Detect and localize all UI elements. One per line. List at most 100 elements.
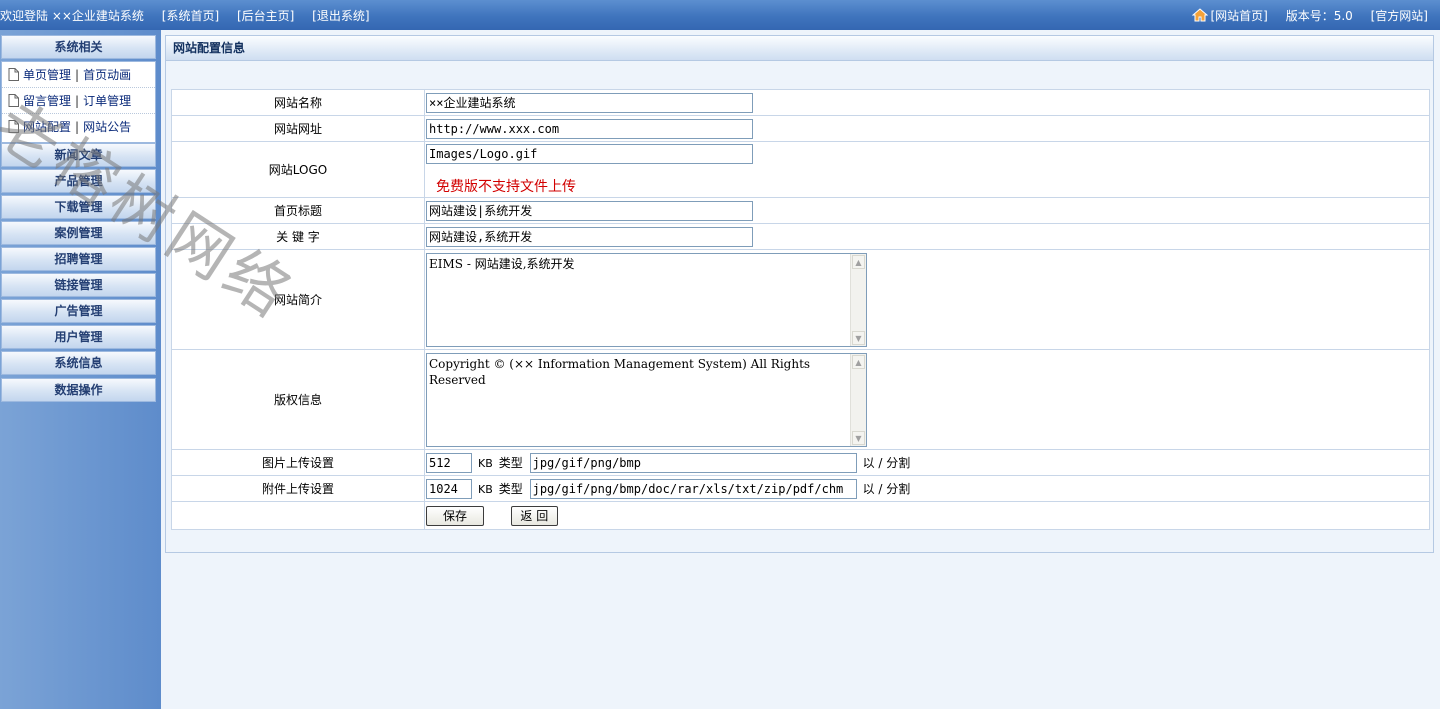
site-name-input[interactable] <box>426 92 753 113</box>
kb-unit: KB <box>478 456 493 470</box>
form-cell: 免费版不支持文件上传 <box>424 141 1430 198</box>
form-row: 图片上传设置 KB 类型 以 / 分割 <box>171 449 1430 476</box>
top-bar-right: [网站首页] 版本号：5.0 [官方网站] <box>1191 7 1428 24</box>
form-row: 附件上传设置 KB 类型 以 / 分割 <box>171 475 1430 502</box>
scroll-down-icon[interactable]: ▼ <box>852 330 865 345</box>
label-site-name: 网站名称 <box>171 89 425 116</box>
label-copyright: 版权信息 <box>171 349 425 450</box>
divider: | <box>75 94 80 108</box>
welcome-text: 欢迎登陆 ××企业建站系统 <box>0 9 144 23</box>
sub-row: 网站配置 | 网站公告 <box>2 114 155 140</box>
intro-text: EIMS - 网站建设,系统开发 <box>429 256 575 271</box>
label-home-title: 首页标题 <box>171 197 425 224</box>
divider: | <box>75 120 80 134</box>
sidebar-item-site-config[interactable]: 网站配置 <box>23 120 71 134</box>
copyright-scrollbar[interactable]: ▲ ▼ <box>850 353 866 446</box>
site-home-link[interactable]: [网站首页] <box>1211 9 1268 23</box>
no-upload-text: 免费版不支持文件上传 <box>436 179 576 195</box>
home-title-input[interactable] <box>426 200 753 221</box>
scroll-up-icon[interactable]: ▲ <box>852 354 865 369</box>
logout-link[interactable]: [退出系统] <box>312 9 369 23</box>
sub-row: 单页管理 | 首页动画 <box>2 62 155 88</box>
form-row: 首页标题 <box>171 197 1430 224</box>
form-cell: Copyright © (×× Information Management S… <box>424 349 1430 450</box>
label-intro: 网站简介 <box>171 249 425 350</box>
sidebar-submenu: 单页管理 | 首页动画 留言管理 | 订单管理 网站配置 | 网站公告 <box>1 61 156 143</box>
button-cell: 保存 返 回 <box>424 501 1430 530</box>
sidebar-head-downloads[interactable]: 下载管理 <box>1 195 156 219</box>
sidebar-item-single-page[interactable]: 单页管理 <box>23 68 71 82</box>
form-row: 网站名称 <box>171 89 1430 116</box>
sidebar-head-news[interactable]: 新闻文章 <box>1 143 156 167</box>
form-row: 关 键 字 <box>171 223 1430 250</box>
back-button[interactable]: 返 回 <box>510 505 558 526</box>
sidebar-item-site-notice[interactable]: 网站公告 <box>83 120 131 134</box>
save-button[interactable]: 保存 <box>426 505 484 526</box>
form-cell <box>424 223 1430 250</box>
form-row: 网站LOGO 免费版不支持文件上传 <box>171 141 1430 198</box>
main-panel: 网站配置信息 网站名称 网站网址 网站LOGO 免费版不支持文件上传 首页标题 <box>165 35 1434 553</box>
label-attach-upload: 附件上传设置 <box>171 475 425 502</box>
kb-unit: KB <box>478 482 493 496</box>
official-site-link[interactable]: [官方网站] <box>1371 9 1428 23</box>
form-row: 版权信息 Copyright © (×× Information Managem… <box>171 349 1430 450</box>
site-url-input[interactable] <box>426 118 753 139</box>
label-keywords: 关 键 字 <box>171 223 425 250</box>
sidebar-head-cases[interactable]: 案例管理 <box>1 221 156 245</box>
form-row: 网站网址 <box>171 115 1430 142</box>
sidebar-head-users[interactable]: 用户管理 <box>1 325 156 349</box>
upload-notice: 免费版不支持文件上传 <box>436 176 1429 195</box>
sidebar-head-products[interactable]: 产品管理 <box>1 169 156 193</box>
form-cell <box>424 115 1430 142</box>
sidebar-item-orders[interactable]: 订单管理 <box>83 94 131 108</box>
keywords-input[interactable] <box>426 226 753 247</box>
sidebar-head-system[interactable]: 系统相关 <box>1 35 156 59</box>
top-bar: 欢迎登陆 ××企业建站系统 [系统首页] [后台主页] [退出系统] [网站首页… <box>0 0 1440 30</box>
sidebar-item-messages[interactable]: 留言管理 <box>23 94 71 108</box>
home-icon <box>1191 8 1208 22</box>
separator-note: 以 / 分割 <box>862 455 911 470</box>
form-row: 保存 返 回 <box>171 501 1430 530</box>
sub-row: 留言管理 | 订单管理 <box>2 88 155 114</box>
intro-textarea[interactable]: EIMS - 网站建设,系统开发 ▲ ▼ <box>426 252 867 347</box>
document-icon <box>8 68 19 81</box>
sidebar-head-ads[interactable]: 广告管理 <box>1 299 156 323</box>
site-logo-input[interactable] <box>426 144 753 164</box>
copyright-text: Copyright © (×× Information Management S… <box>429 356 814 387</box>
sidebar-head-jobs[interactable]: 招聘管理 <box>1 247 156 271</box>
image-size-input[interactable] <box>426 452 472 473</box>
type-label: 类型 <box>498 481 523 496</box>
top-bar-left: 欢迎登陆 ××企业建站系统 [系统首页] [后台主页] [退出系统] <box>0 7 384 24</box>
admin-home-link[interactable]: [后台主页] <box>237 9 294 23</box>
divider: | <box>75 68 80 82</box>
document-icon <box>8 120 19 133</box>
label-site-url: 网站网址 <box>171 115 425 142</box>
version-text: 版本号：5.0 <box>1285 9 1353 23</box>
config-form: 网站名称 网站网址 网站LOGO 免费版不支持文件上传 首页标题 <box>171 89 1430 530</box>
copyright-textarea[interactable]: Copyright © (×× Information Management S… <box>426 352 867 447</box>
image-types-input[interactable] <box>529 452 857 473</box>
sidebar-item-home-animation[interactable]: 首页动画 <box>83 68 131 82</box>
form-cell <box>424 89 1430 116</box>
form-row: 网站简介 EIMS - 网站建设,系统开发 ▲ ▼ <box>171 249 1430 350</box>
form-cell: KB 类型 以 / 分割 <box>424 475 1430 502</box>
attach-size-input[interactable] <box>426 478 472 499</box>
separator-note: 以 / 分割 <box>862 481 911 496</box>
type-label: 类型 <box>498 455 523 470</box>
sidebar-head-links[interactable]: 链接管理 <box>1 273 156 297</box>
label-site-logo: 网站LOGO <box>171 141 425 198</box>
document-icon <box>8 94 19 107</box>
panel-title: 网站配置信息 <box>166 36 1433 61</box>
form-cell: KB 类型 以 / 分割 <box>424 449 1430 476</box>
scroll-up-icon[interactable]: ▲ <box>852 254 865 269</box>
form-cell <box>424 197 1430 224</box>
sidebar-head-system-info[interactable]: 系统信息 <box>1 351 156 375</box>
label-image-upload: 图片上传设置 <box>171 449 425 476</box>
intro-scrollbar[interactable]: ▲ ▼ <box>850 253 866 346</box>
system-home-link[interactable]: [系统首页] <box>162 9 219 23</box>
scroll-down-icon[interactable]: ▼ <box>852 430 865 445</box>
sidebar-head-data-ops[interactable]: 数据操作 <box>1 378 156 402</box>
sidebar: 系统相关 单页管理 | 首页动画 留言管理 | 订单管理 网站配置 | 网站公告 新闻文章 … <box>0 30 161 709</box>
attach-types-input[interactable] <box>529 478 857 499</box>
empty-cell <box>171 501 425 530</box>
